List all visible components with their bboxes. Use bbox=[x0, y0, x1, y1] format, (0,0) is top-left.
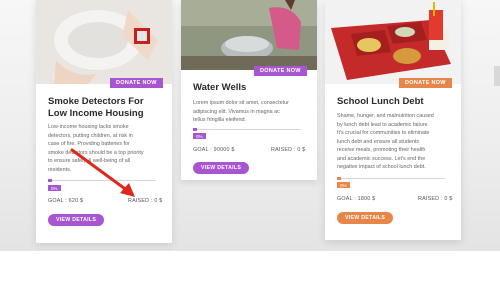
red-arrow-annotation-icon bbox=[70, 148, 135, 197]
